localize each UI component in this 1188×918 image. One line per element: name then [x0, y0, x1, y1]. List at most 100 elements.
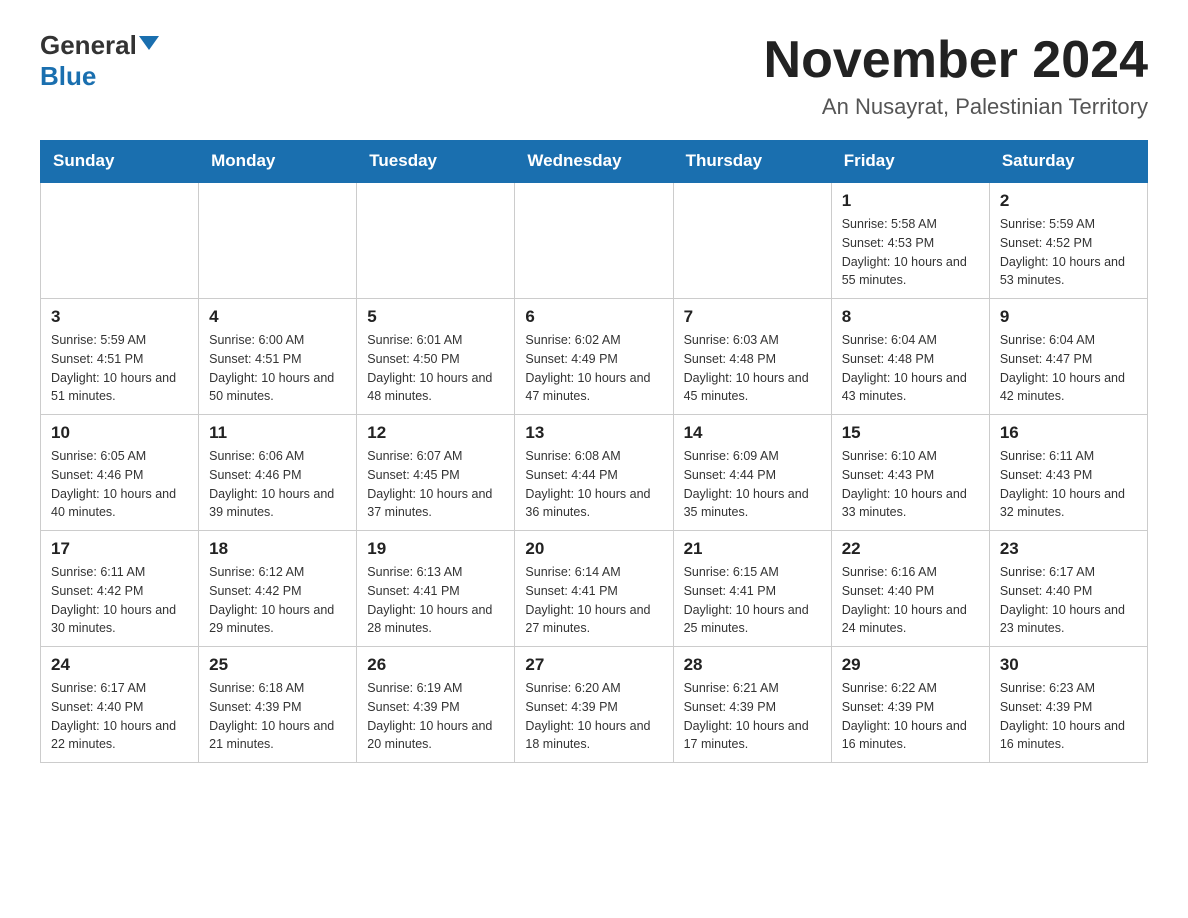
- calendar-day-cell: 25 Sunrise: 6:18 AMSunset: 4:39 PMDayligh…: [199, 647, 357, 763]
- calendar-day-cell: [199, 182, 357, 299]
- calendar-day-cell: 19 Sunrise: 6:13 AMSunset: 4:41 PMDayligh…: [357, 531, 515, 647]
- day-number: 18: [209, 539, 346, 559]
- day-info: Sunrise: 5:59 AMSunset: 4:51 PMDaylight:…: [51, 331, 188, 406]
- day-of-week-header: Monday: [199, 141, 357, 183]
- day-info: Sunrise: 6:21 AMSunset: 4:39 PMDaylight:…: [684, 679, 821, 754]
- day-info: Sunrise: 6:00 AMSunset: 4:51 PMDaylight:…: [209, 331, 346, 406]
- day-number: 7: [684, 307, 821, 327]
- calendar-day-cell: 29Sunrise: 6:22 AMSunset: 4:39 PMDayligh…: [831, 647, 989, 763]
- day-info: Sunrise: 6:13 AMSunset: 4:41 PMDaylight:…: [367, 563, 504, 638]
- day-info: Sunrise: 6:05 AMSunset: 4:46 PMDaylight:…: [51, 447, 188, 522]
- day-info: Sunrise: 6:04 AMSunset: 4:48 PMDaylight:…: [842, 331, 979, 406]
- calendar-day-cell: 7 Sunrise: 6:03 AMSunset: 4:48 PMDaylight…: [673, 299, 831, 415]
- calendar-day-cell: 8 Sunrise: 6:04 AMSunset: 4:48 PMDaylight…: [831, 299, 989, 415]
- calendar-day-cell: 12 Sunrise: 6:07 AMSunset: 4:45 PMDayligh…: [357, 415, 515, 531]
- calendar-day-cell: 3 Sunrise: 5:59 AMSunset: 4:51 PMDaylight…: [41, 299, 199, 415]
- calendar-day-cell: 11Sunrise: 6:06 AMSunset: 4:46 PMDayligh…: [199, 415, 357, 531]
- day-info: Sunrise: 6:23 AMSunset: 4:39 PMDaylight:…: [1000, 679, 1137, 754]
- calendar-week-row: 1 Sunrise: 5:58 AMSunset: 4:53 PMDaylight…: [41, 182, 1148, 299]
- calendar-day-cell: 21 Sunrise: 6:15 AMSunset: 4:41 PMDayligh…: [673, 531, 831, 647]
- day-info: Sunrise: 6:17 AMSunset: 4:40 PMDaylight:…: [51, 679, 188, 754]
- calendar-day-cell: [41, 182, 199, 299]
- logo-blue-text: Blue: [40, 61, 96, 91]
- day-number: 30: [1000, 655, 1137, 675]
- calendar-day-cell: 26Sunrise: 6:19 AMSunset: 4:39 PMDayligh…: [357, 647, 515, 763]
- day-number: 13: [525, 423, 662, 443]
- logo-arrow-icon: [139, 36, 159, 50]
- calendar-day-cell: [515, 182, 673, 299]
- day-info: Sunrise: 6:01 AMSunset: 4:50 PMDaylight:…: [367, 331, 504, 406]
- day-number: 25: [209, 655, 346, 675]
- logo: General Blue: [40, 30, 159, 92]
- day-of-week-header: Tuesday: [357, 141, 515, 183]
- calendar-week-row: 17Sunrise: 6:11 AMSunset: 4:42 PMDayligh…: [41, 531, 1148, 647]
- day-info: Sunrise: 6:10 AMSunset: 4:43 PMDaylight:…: [842, 447, 979, 522]
- calendar-day-cell: 15Sunrise: 6:10 AMSunset: 4:43 PMDayligh…: [831, 415, 989, 531]
- calendar-day-cell: 17Sunrise: 6:11 AMSunset: 4:42 PMDayligh…: [41, 531, 199, 647]
- day-info: Sunrise: 6:04 AMSunset: 4:47 PMDaylight:…: [1000, 331, 1137, 406]
- day-info: Sunrise: 6:03 AMSunset: 4:48 PMDaylight:…: [684, 331, 821, 406]
- page-header: General Blue November 2024 An Nusayrat, …: [40, 30, 1148, 120]
- day-info: Sunrise: 6:11 AMSunset: 4:42 PMDaylight:…: [51, 563, 188, 638]
- day-info: Sunrise: 6:20 AMSunset: 4:39 PMDaylight:…: [525, 679, 662, 754]
- calendar-week-row: 10 Sunrise: 6:05 AMSunset: 4:46 PMDayligh…: [41, 415, 1148, 531]
- calendar-day-cell: 6 Sunrise: 6:02 AMSunset: 4:49 PMDaylight…: [515, 299, 673, 415]
- day-info: Sunrise: 6:12 AMSunset: 4:42 PMDaylight:…: [209, 563, 346, 638]
- day-number: 12: [367, 423, 504, 443]
- day-number: 9: [1000, 307, 1137, 327]
- calendar-day-cell: 23 Sunrise: 6:17 AMSunset: 4:40 PMDayligh…: [989, 531, 1147, 647]
- day-info: Sunrise: 6:02 AMSunset: 4:49 PMDaylight:…: [525, 331, 662, 406]
- calendar-day-cell: 18 Sunrise: 6:12 AMSunset: 4:42 PMDayligh…: [199, 531, 357, 647]
- calendar-week-row: 24 Sunrise: 6:17 AMSunset: 4:40 PMDayligh…: [41, 647, 1148, 763]
- day-number: 27: [525, 655, 662, 675]
- day-info: Sunrise: 6:16 AMSunset: 4:40 PMDaylight:…: [842, 563, 979, 638]
- calendar-day-cell: 16Sunrise: 6:11 AMSunset: 4:43 PMDayligh…: [989, 415, 1147, 531]
- day-number: 11: [209, 423, 346, 443]
- day-info: Sunrise: 6:07 AMSunset: 4:45 PMDaylight:…: [367, 447, 504, 522]
- calendar-day-cell: 22 Sunrise: 6:16 AMSunset: 4:40 PMDayligh…: [831, 531, 989, 647]
- calendar-day-cell: 9 Sunrise: 6:04 AMSunset: 4:47 PMDaylight…: [989, 299, 1147, 415]
- day-number: 21: [684, 539, 821, 559]
- day-number: 3: [51, 307, 188, 327]
- day-number: 24: [51, 655, 188, 675]
- calendar-day-cell: 4 Sunrise: 6:00 AMSunset: 4:51 PMDaylight…: [199, 299, 357, 415]
- logo-general-text: General: [40, 30, 137, 61]
- day-number: 28: [684, 655, 821, 675]
- day-info: Sunrise: 6:18 AMSunset: 4:39 PMDaylight:…: [209, 679, 346, 754]
- day-info: Sunrise: 6:17 AMSunset: 4:40 PMDaylight:…: [1000, 563, 1137, 638]
- day-number: 22: [842, 539, 979, 559]
- calendar-table: SundayMondayTuesdayWednesdayThursdayFrid…: [40, 140, 1148, 763]
- day-of-week-header: Saturday: [989, 141, 1147, 183]
- day-info: Sunrise: 6:22 AMSunset: 4:39 PMDaylight:…: [842, 679, 979, 754]
- calendar-day-cell: 13Sunrise: 6:08 AMSunset: 4:44 PMDayligh…: [515, 415, 673, 531]
- calendar-day-cell: 5 Sunrise: 6:01 AMSunset: 4:50 PMDaylight…: [357, 299, 515, 415]
- day-info: Sunrise: 6:15 AMSunset: 4:41 PMDaylight:…: [684, 563, 821, 638]
- day-number: 10: [51, 423, 188, 443]
- day-of-week-header: Wednesday: [515, 141, 673, 183]
- day-number: 2: [1000, 191, 1137, 211]
- calendar-day-cell: [673, 182, 831, 299]
- day-info: Sunrise: 6:19 AMSunset: 4:39 PMDaylight:…: [367, 679, 504, 754]
- day-info: Sunrise: 6:09 AMSunset: 4:44 PMDaylight:…: [684, 447, 821, 522]
- day-info: Sunrise: 5:59 AMSunset: 4:52 PMDaylight:…: [1000, 215, 1137, 290]
- calendar-header-row: SundayMondayTuesdayWednesdayThursdayFrid…: [41, 141, 1148, 183]
- day-info: Sunrise: 6:14 AMSunset: 4:41 PMDaylight:…: [525, 563, 662, 638]
- calendar-day-cell: 2 Sunrise: 5:59 AMSunset: 4:52 PMDaylight…: [989, 182, 1147, 299]
- day-number: 1: [842, 191, 979, 211]
- day-number: 4: [209, 307, 346, 327]
- calendar-day-cell: 30 Sunrise: 6:23 AMSunset: 4:39 PMDayligh…: [989, 647, 1147, 763]
- title-area: November 2024 An Nusayrat, Palestinian T…: [764, 30, 1148, 120]
- calendar-day-cell: 27 Sunrise: 6:20 AMSunset: 4:39 PMDayligh…: [515, 647, 673, 763]
- day-number: 6: [525, 307, 662, 327]
- day-number: 8: [842, 307, 979, 327]
- day-of-week-header: Friday: [831, 141, 989, 183]
- day-number: 23: [1000, 539, 1137, 559]
- day-number: 19: [367, 539, 504, 559]
- calendar-day-cell: 20Sunrise: 6:14 AMSunset: 4:41 PMDayligh…: [515, 531, 673, 647]
- day-number: 16: [1000, 423, 1137, 443]
- calendar-day-cell: [357, 182, 515, 299]
- day-number: 5: [367, 307, 504, 327]
- calendar-day-cell: 28 Sunrise: 6:21 AMSunset: 4:39 PMDayligh…: [673, 647, 831, 763]
- day-number: 14: [684, 423, 821, 443]
- day-info: Sunrise: 5:58 AMSunset: 4:53 PMDaylight:…: [842, 215, 979, 290]
